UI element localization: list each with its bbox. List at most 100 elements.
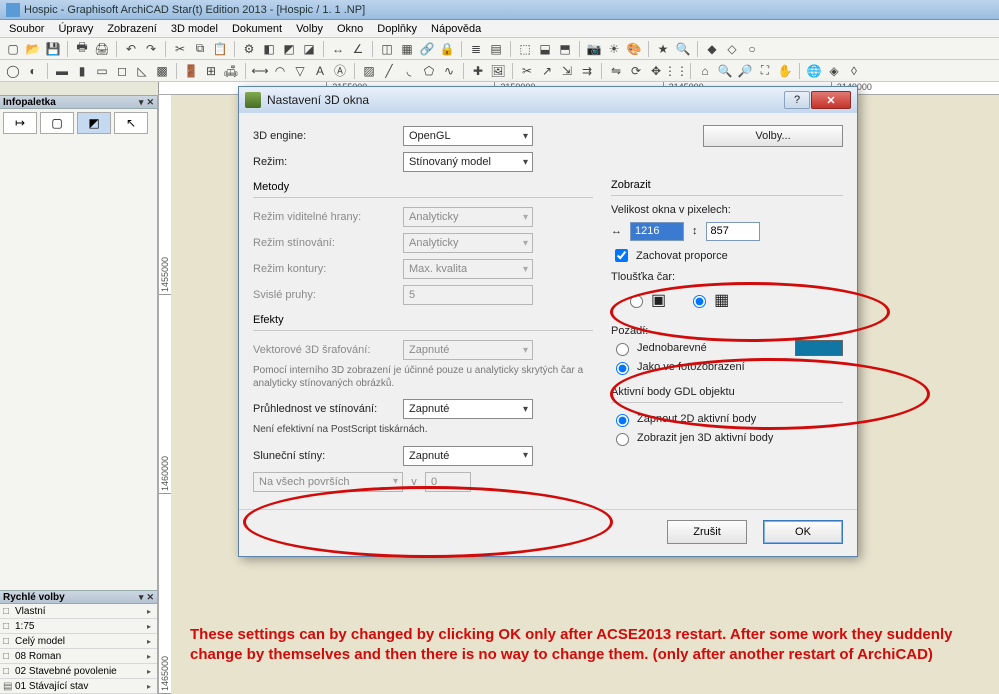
- tb-misc-icon[interactable]: ⚙: [240, 40, 258, 58]
- list-item[interactable]: □Vlastní▸: [0, 604, 157, 619]
- tb2-mesh-icon[interactable]: ▩: [153, 62, 171, 80]
- menu-edit[interactable]: Úpravy: [51, 22, 100, 36]
- collapse-icon[interactable]: ▾: [139, 592, 144, 603]
- sun-combo[interactable]: Zapnuté: [403, 446, 533, 466]
- tb-new-icon[interactable]: ▢: [4, 40, 22, 58]
- collapse-icon[interactable]: ▾: [139, 97, 144, 108]
- tb2-fig-icon[interactable]: 🖼: [489, 62, 507, 80]
- tb-find-icon[interactable]: 🔍: [674, 40, 692, 58]
- thickness-thin-radio[interactable]: [630, 295, 643, 308]
- tb-b-icon[interactable]: 🔒: [438, 40, 456, 58]
- ok-button[interactable]: OK: [763, 520, 843, 544]
- menu-3dmodel[interactable]: 3D model: [164, 22, 225, 36]
- tb2-fit-icon[interactable]: ⛶: [756, 62, 774, 80]
- list-item[interactable]: □1:75▸: [0, 619, 157, 634]
- list-item[interactable]: ▤01 Stávající stav▸: [0, 679, 157, 694]
- tb2-off-icon[interactable]: ⇉: [578, 62, 596, 80]
- tb2-orb-icon[interactable]: 🌐: [805, 62, 823, 80]
- list-item[interactable]: □08 Roman▸: [0, 649, 157, 664]
- menu-addons[interactable]: Doplňky: [370, 22, 424, 36]
- tb-fav-icon[interactable]: ★: [654, 40, 672, 58]
- tb2-a-icon[interactable]: ◯: [4, 62, 22, 80]
- bg-color-swatch[interactable]: [795, 340, 843, 356]
- tb2-ext-icon[interactable]: ↗: [538, 62, 556, 80]
- tb-elev-icon[interactable]: ⬒: [556, 40, 574, 58]
- tb-undo-icon[interactable]: ↶: [122, 40, 140, 58]
- bg-mono-radio[interactable]: [616, 343, 629, 356]
- gdl-2d-radio[interactable]: [616, 414, 629, 427]
- info-slot-1[interactable]: ↦: [3, 112, 37, 134]
- tb-copy-icon[interactable]: ⧉: [191, 40, 209, 58]
- help-button[interactable]: ?: [784, 91, 810, 109]
- tb-elem-icon[interactable]: ▤: [487, 40, 505, 58]
- tb-print-icon[interactable]: 🖶: [73, 40, 91, 58]
- info-slot-arrow[interactable]: ↖: [114, 112, 148, 134]
- gdl-3d-radio[interactable]: [616, 433, 629, 446]
- options-button[interactable]: Volby...: [703, 125, 843, 147]
- tb2-slab-icon[interactable]: ◻: [113, 62, 131, 80]
- tb2-door-icon[interactable]: 🚪: [182, 62, 200, 80]
- tb2-beam-icon[interactable]: ▭: [93, 62, 111, 80]
- tb2-fill-icon[interactable]: ▨: [360, 62, 378, 80]
- tb2-mul-icon[interactable]: ⋮⋮: [667, 62, 685, 80]
- tb2-poly-icon[interactable]: ⬠: [420, 62, 438, 80]
- menu-file[interactable]: Soubor: [2, 22, 51, 36]
- tb2-trim-icon[interactable]: ✂: [518, 62, 536, 80]
- tb2-lbl-icon[interactable]: Ⓐ: [331, 62, 349, 80]
- tb2-wall-icon[interactable]: ▬: [53, 62, 71, 80]
- info-palette-header[interactable]: Infopaletka ▾✕: [0, 95, 157, 109]
- tb2-axo-icon[interactable]: ◊: [845, 62, 863, 80]
- thickness-thick-radio[interactable]: [693, 295, 706, 308]
- cancel-button[interactable]: Zrušit: [667, 520, 747, 544]
- width-input[interactable]: [630, 222, 684, 241]
- close-icon[interactable]: ✕: [146, 592, 154, 603]
- tb-cam-icon[interactable]: 📷: [585, 40, 603, 58]
- tb2-b-icon[interactable]: ◐: [24, 62, 42, 80]
- close-icon[interactable]: ✕: [146, 97, 154, 108]
- tb2-mir-icon[interactable]: ⇋: [607, 62, 625, 80]
- tb-plot-icon[interactable]: 🖨: [93, 40, 111, 58]
- tb2-dim-icon[interactable]: ⟷: [251, 62, 269, 80]
- tb2-roof-icon[interactable]: ◺: [133, 62, 151, 80]
- tb2-zin-icon[interactable]: 🔍: [716, 62, 734, 80]
- transp-combo[interactable]: Zapnuté: [403, 399, 533, 419]
- tb-3d-icon[interactable]: ⬚: [516, 40, 534, 58]
- keep-proportions-checkbox[interactable]: [615, 249, 628, 262]
- close-button[interactable]: ✕: [811, 91, 851, 109]
- engine-combo[interactable]: OpenGL: [403, 126, 533, 146]
- tb2-zot-icon[interactable]: 🔎: [736, 62, 754, 80]
- menu-document[interactable]: Dokument: [225, 22, 289, 36]
- tb2-spl-icon[interactable]: ∿: [440, 62, 458, 80]
- tb2-per-icon[interactable]: ◈: [825, 62, 843, 80]
- tb2-win-icon[interactable]: ⊞: [202, 62, 220, 80]
- height-input[interactable]: [706, 222, 760, 241]
- tb-open-icon[interactable]: 📂: [24, 40, 42, 58]
- menu-view[interactable]: Zobrazení: [100, 22, 164, 36]
- tb2-home-icon[interactable]: ⌂: [696, 62, 714, 80]
- tb-misc2-icon[interactable]: ◧: [260, 40, 278, 58]
- tb2-col-icon[interactable]: ▮: [73, 62, 91, 80]
- tb2-mov-icon[interactable]: ✥: [647, 62, 665, 80]
- tb-grp-icon[interactable]: ▦: [398, 40, 416, 58]
- tb-x1-icon[interactable]: ◆: [703, 40, 721, 58]
- tb-rend-icon[interactable]: 🎨: [625, 40, 643, 58]
- tb-cut-icon[interactable]: ✂: [171, 40, 189, 58]
- tb2-lvl-icon[interactable]: ▽: [291, 62, 309, 80]
- tb-sec-icon[interactable]: ⬓: [536, 40, 554, 58]
- tb2-rot-icon[interactable]: ⟳: [627, 62, 645, 80]
- tb2-rad-icon[interactable]: ◠: [271, 62, 289, 80]
- list-item[interactable]: □02 Stavebné povolenie▸: [0, 664, 157, 679]
- tb-x3-icon[interactable]: ○: [743, 40, 761, 58]
- tb-redo-icon[interactable]: ↷: [142, 40, 160, 58]
- tb-x2-icon[interactable]: ◇: [723, 40, 741, 58]
- tb-ang-icon[interactable]: ∠: [349, 40, 367, 58]
- tb-save-icon[interactable]: 💾: [44, 40, 62, 58]
- quick-options-header[interactable]: Rychlé volby ▾✕: [0, 590, 157, 604]
- tb2-line-icon[interactable]: ╱: [380, 62, 398, 80]
- tb-sun-icon[interactable]: ☀: [605, 40, 623, 58]
- tb-misc4-icon[interactable]: ◪: [300, 40, 318, 58]
- tb-paste-icon[interactable]: 📋: [211, 40, 229, 58]
- tb-layer-icon[interactable]: ≣: [467, 40, 485, 58]
- tb-a-icon[interactable]: 🔗: [418, 40, 436, 58]
- tb-dist-icon[interactable]: ↔: [329, 40, 347, 58]
